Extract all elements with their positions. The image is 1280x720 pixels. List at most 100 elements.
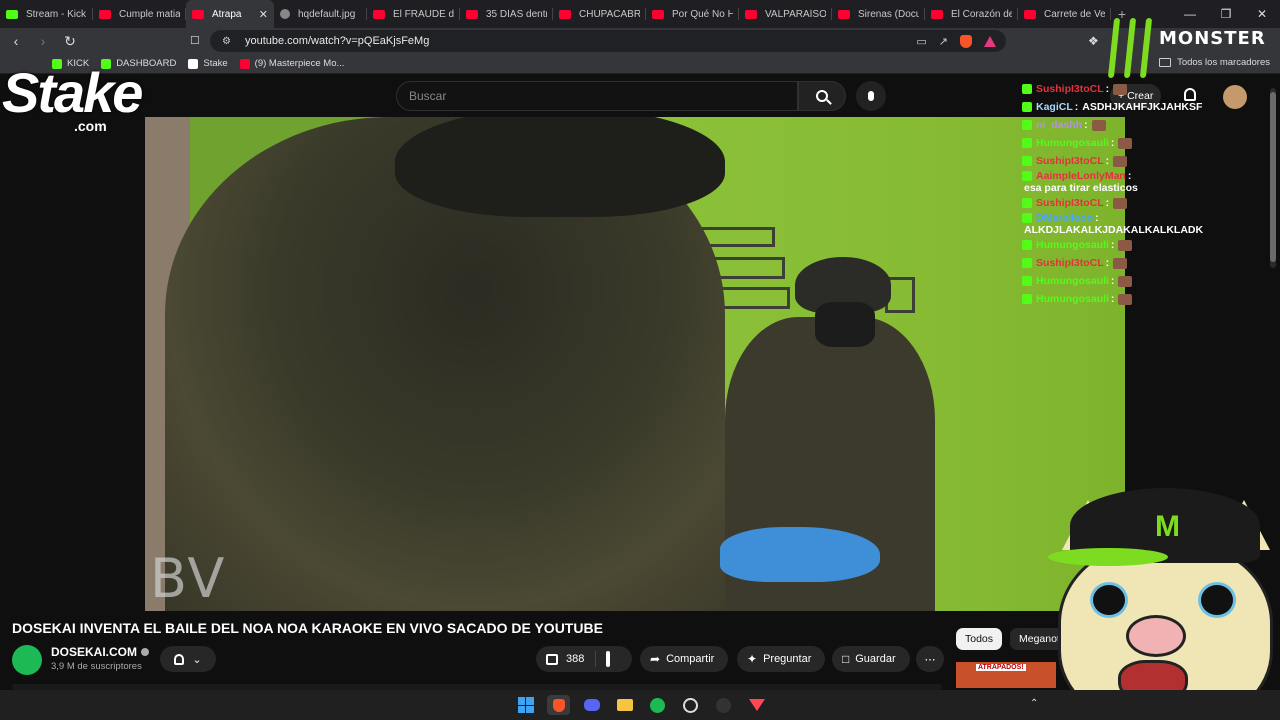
- monster-claw-icon: [1105, 18, 1157, 80]
- bookmarks-bar: KICK DASHBOARD Stake (9) Masterpiece Mo... …: [0, 54, 1280, 74]
- taskbar-app[interactable]: [679, 695, 702, 715]
- search-input[interactable]: Buscar: [396, 81, 798, 111]
- bookmark-item[interactable]: Stake: [188, 58, 228, 69]
- chat-message: SushipI3toCL:: [1022, 80, 1272, 98]
- cast-icon[interactable]: ▭: [916, 35, 926, 48]
- share-page-icon[interactable]: ↗: [939, 35, 948, 48]
- chat-username: Humungosauli: [1036, 293, 1109, 305]
- ask-label: Preguntar: [763, 653, 812, 665]
- tab-6[interactable]: CHUPACABRA: [553, 0, 646, 28]
- stream-chat-overlay: SushipI3toCL: KagiCL: ASDHJKAHFJKJAHKSF ni_…: [1022, 80, 1272, 308]
- chat-separator: :: [1105, 257, 1110, 269]
- start-button[interactable]: [514, 695, 537, 715]
- chat-message: ni_dashh:: [1022, 116, 1272, 134]
- subscriber-count: 3,9 M de suscriptores: [51, 661, 142, 672]
- taskbar-spotify[interactable]: [646, 695, 669, 715]
- taskbar-discord[interactable]: [580, 695, 603, 715]
- tab-3[interactable]: hqdefault.jpg: [274, 0, 367, 28]
- chat-message: Humungosauli:: [1022, 134, 1272, 152]
- chevron-up-icon[interactable]: ⌃: [1030, 698, 1038, 709]
- windows-icon: [517, 697, 534, 713]
- like-button[interactable]: 388: [536, 651, 596, 667]
- chat-separator: :: [1110, 275, 1115, 287]
- tab-7[interactable]: Por Qué No H: [646, 0, 739, 28]
- back-icon[interactable]: ‹: [5, 33, 27, 49]
- chat-message: Humungosauli:: [1022, 290, 1272, 308]
- taskbar-file-explorer[interactable]: [613, 695, 636, 715]
- brave-shields-icon[interactable]: [960, 34, 972, 48]
- chat-message: KagiCL: ASDHJKAHFJKJAHKSF: [1022, 98, 1272, 116]
- tab-4[interactable]: El FRAUDE de: [367, 0, 460, 28]
- stake-wordmark: Stake: [2, 61, 143, 124]
- cat-nose: [1126, 615, 1186, 657]
- tab-0[interactable]: Stream - Kick: [0, 0, 93, 28]
- emote-icon: [1118, 137, 1133, 149]
- kick-badge-icon: [1022, 102, 1032, 112]
- save-button[interactable]: □ Guardar: [832, 646, 910, 672]
- recommended-thumbnail[interactable]: ATRAPADOS!: [956, 662, 1056, 688]
- helmet: [395, 117, 725, 217]
- thumbs-up-icon: [546, 653, 558, 665]
- tab-8[interactable]: VALPARAÍSO:: [739, 0, 832, 28]
- ask-button[interactable]: ✦ Preguntar: [737, 646, 825, 672]
- taskbar-brave[interactable]: [547, 695, 570, 715]
- youtube-favicon-icon: [192, 9, 204, 19]
- more-icon: ⋯: [924, 653, 936, 666]
- close-tab-icon[interactable]: ✕: [259, 8, 268, 21]
- scrollbar-thumb[interactable]: [1270, 92, 1276, 262]
- tab-title: El FRAUDE de: [393, 8, 454, 20]
- tab-9[interactable]: Sirenas (Docu: [832, 0, 925, 28]
- site-info-icon[interactable]: ⚙: [222, 36, 231, 47]
- windows-taskbar: ⌃: [0, 690, 1280, 720]
- bookmark-item[interactable]: (9) Masterpiece Mo...: [239, 58, 344, 69]
- video-player[interactable]: BV: [145, 117, 1125, 611]
- chat-message: AaimpleLonlyMan: esa para tirar elasticos: [1022, 170, 1272, 194]
- taskbar-app[interactable]: [745, 695, 768, 715]
- omnibox[interactable]: ⚙ youtube.com/watch?v=pQEaKjsFeMg ▭ ↗: [210, 30, 1006, 52]
- extensions-icon[interactable]: ❖: [1088, 34, 1099, 48]
- more-actions-button[interactable]: ⋯: [916, 646, 944, 672]
- channel-avatar[interactable]: [12, 645, 42, 675]
- tab-1[interactable]: Cumple matia: [93, 0, 186, 28]
- chip-all[interactable]: Todos: [956, 628, 1003, 650]
- tab-11[interactable]: Carrete de Ve: [1018, 0, 1111, 28]
- tab-title: Carrete de Ve: [1044, 8, 1105, 20]
- forward-icon[interactable]: ›: [32, 33, 54, 49]
- youtube-favicon-icon: [559, 9, 571, 19]
- taskbar-app[interactable]: [712, 695, 735, 715]
- chat-username: AaimpleLonlyMan: [1036, 170, 1126, 182]
- voice-search-button[interactable]: [856, 81, 886, 111]
- chat-separator: :: [1105, 197, 1110, 209]
- kick-badge-icon: [1022, 213, 1032, 223]
- youtube-favicon-icon: [99, 9, 111, 19]
- chat-separator: :: [1095, 212, 1099, 224]
- chat-username: SushipI3toCL: [1036, 257, 1104, 269]
- tab-5[interactable]: 35 DÍAS dentr: [460, 0, 553, 28]
- youtube-favicon-icon: [373, 9, 385, 19]
- emote-icon: [1118, 293, 1133, 305]
- bell-icon: [174, 653, 185, 665]
- image-favicon-icon: [280, 9, 290, 19]
- monster-logo: MONSTER: [1105, 18, 1280, 88]
- like-dislike-group: 388: [536, 646, 632, 672]
- emote-icon: [1091, 119, 1106, 131]
- screen: Stream - Kick Cumple matia Atrapa ✕ hqdefaul…: [0, 0, 1280, 720]
- bookmark-page-icon[interactable]: ☐: [190, 34, 200, 47]
- search-button[interactable]: [798, 81, 846, 111]
- reload-icon[interactable]: ↻: [59, 33, 81, 50]
- tab-title: hqdefault.jpg: [298, 8, 356, 20]
- tab-10[interactable]: El Corazón de: [925, 0, 1018, 28]
- chat-username: ni_dashh: [1036, 119, 1083, 131]
- subscription-notifications-button[interactable]: ⌄: [160, 646, 216, 672]
- chat-separator: :: [1110, 239, 1115, 251]
- share-button[interactable]: ➦ Compartir: [640, 646, 728, 672]
- tab-2[interactable]: Atrapa ✕: [186, 0, 274, 28]
- brave-rewards-icon[interactable]: [984, 35, 996, 47]
- dislike-button[interactable]: [596, 651, 618, 667]
- sparkle-icon: ✦: [747, 652, 758, 666]
- omnibox-actions: ▭ ↗: [916, 30, 996, 52]
- steam-icon: [683, 697, 698, 713]
- chat-separator: :: [1074, 101, 1079, 113]
- chat-username: SushipI3toCL: [1036, 197, 1104, 209]
- channel-name[interactable]: DOSEKAI.COM: [51, 645, 150, 659]
